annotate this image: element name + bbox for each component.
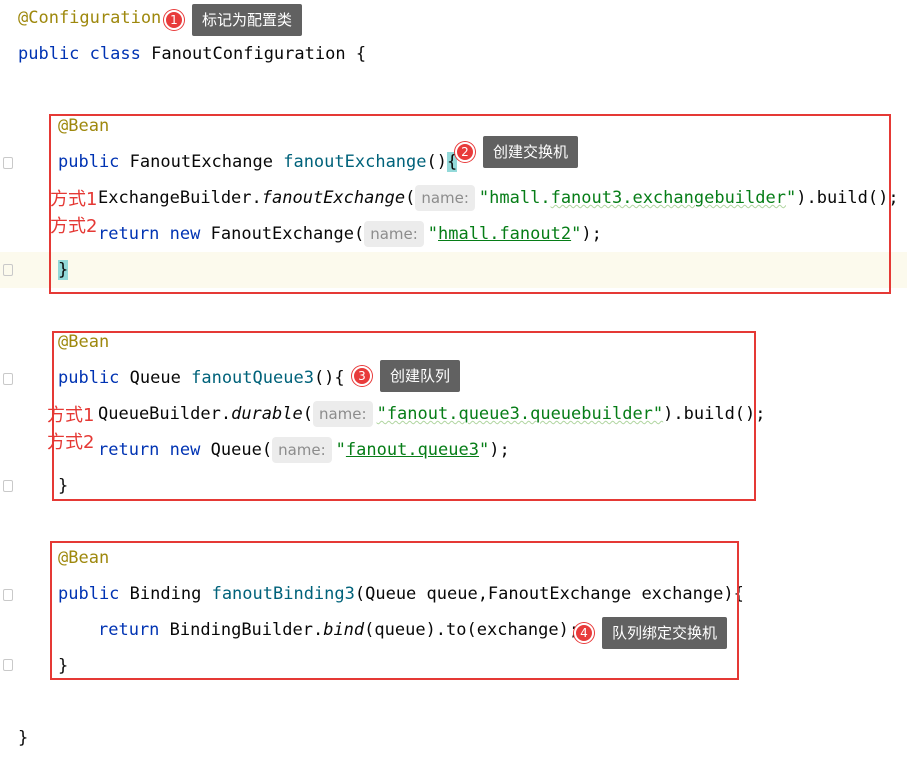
method-note-exchange-way1: 方式1	[50, 189, 98, 210]
method-note-exchange-way2: 方式2	[50, 216, 98, 237]
open-brace: {	[345, 44, 367, 64]
callout-number-badge: 1	[164, 10, 184, 30]
fold-marker-icon[interactable]	[3, 157, 13, 169]
callout-1: 1 标记为配置类	[164, 2, 303, 38]
fold-marker-icon[interactable]	[3, 659, 13, 671]
fold-marker-icon[interactable]	[3, 373, 13, 385]
fold-marker-icon[interactable]	[3, 589, 13, 601]
code-line-class-close[interactable]: }	[18, 720, 28, 756]
code-line-class-declaration[interactable]: public class FanoutConfiguration {	[18, 36, 366, 72]
callout-tooltip: 创建队列	[380, 360, 461, 392]
method-note-queue-way2: 方式2	[47, 432, 95, 453]
callout-4: 4 队列绑定交换机	[574, 615, 728, 651]
class-close-brace: }	[18, 728, 29, 748]
class-name: FanoutConfiguration	[151, 44, 346, 64]
callout-tooltip: 标记为配置类	[192, 4, 303, 36]
callout-2: 2 创建交换机	[455, 134, 579, 170]
callout-number-badge: 4	[574, 623, 594, 643]
code-line-class-annotation[interactable]: @Configuration	[18, 0, 161, 36]
callout-tooltip: 队列绑定交换机	[602, 617, 728, 649]
fold-marker-icon[interactable]	[3, 480, 13, 492]
highlight-box-queue-bean	[52, 331, 756, 501]
callout-number-badge: 3	[352, 366, 372, 386]
class-annotation: @Configuration	[18, 8, 162, 28]
public-keyword: public	[18, 44, 80, 64]
fold-marker-icon[interactable]	[3, 264, 13, 276]
class-keyword: class	[89, 44, 141, 64]
callout-number-badge: 2	[455, 142, 475, 162]
method-note-queue-way1: 方式1	[47, 405, 95, 426]
callout-tooltip: 创建交换机	[483, 136, 579, 168]
callout-3: 3 创建队列	[352, 358, 461, 394]
highlight-box-binding-bean	[50, 541, 739, 680]
